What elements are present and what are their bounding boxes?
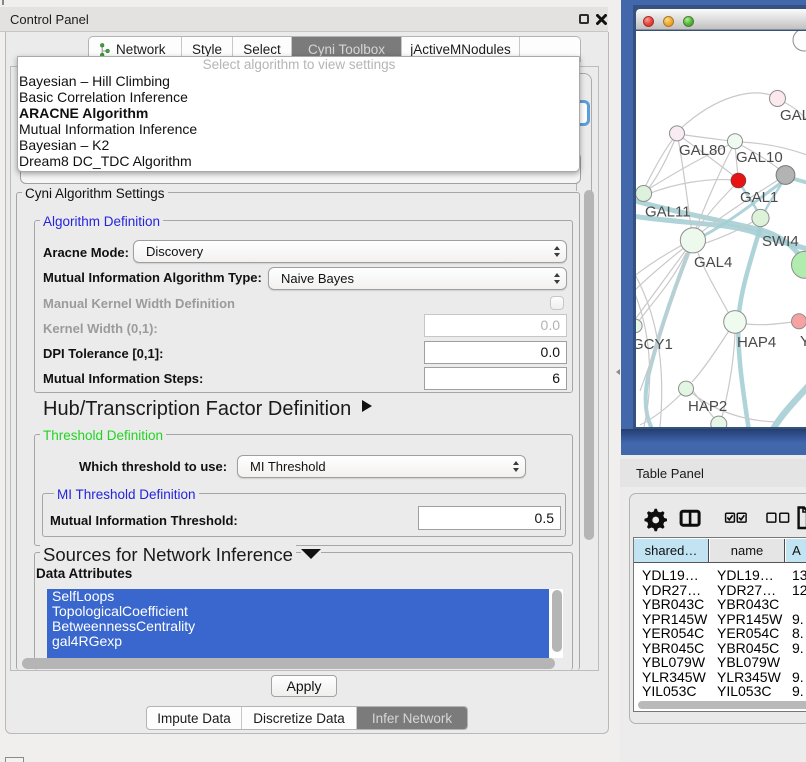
svg-text:GAL4: GAL4 (694, 254, 732, 271)
svg-text:GAL11: GAL11 (645, 204, 691, 221)
svg-text:GAL1: GAL1 (740, 189, 778, 206)
svg-text:HAP4: HAP4 (737, 334, 776, 351)
svg-text:GAL80: GAL80 (679, 142, 726, 159)
svg-text:HAP2: HAP2 (688, 398, 727, 415)
svg-text:SWI4: SWI4 (762, 233, 799, 250)
svg-text:GAL7: GAL7 (780, 107, 806, 124)
svg-text:Y: Y (800, 333, 806, 350)
svg-text:GCY1: GCY1 (636, 336, 673, 353)
svg-text:GAL10: GAL10 (736, 149, 783, 166)
